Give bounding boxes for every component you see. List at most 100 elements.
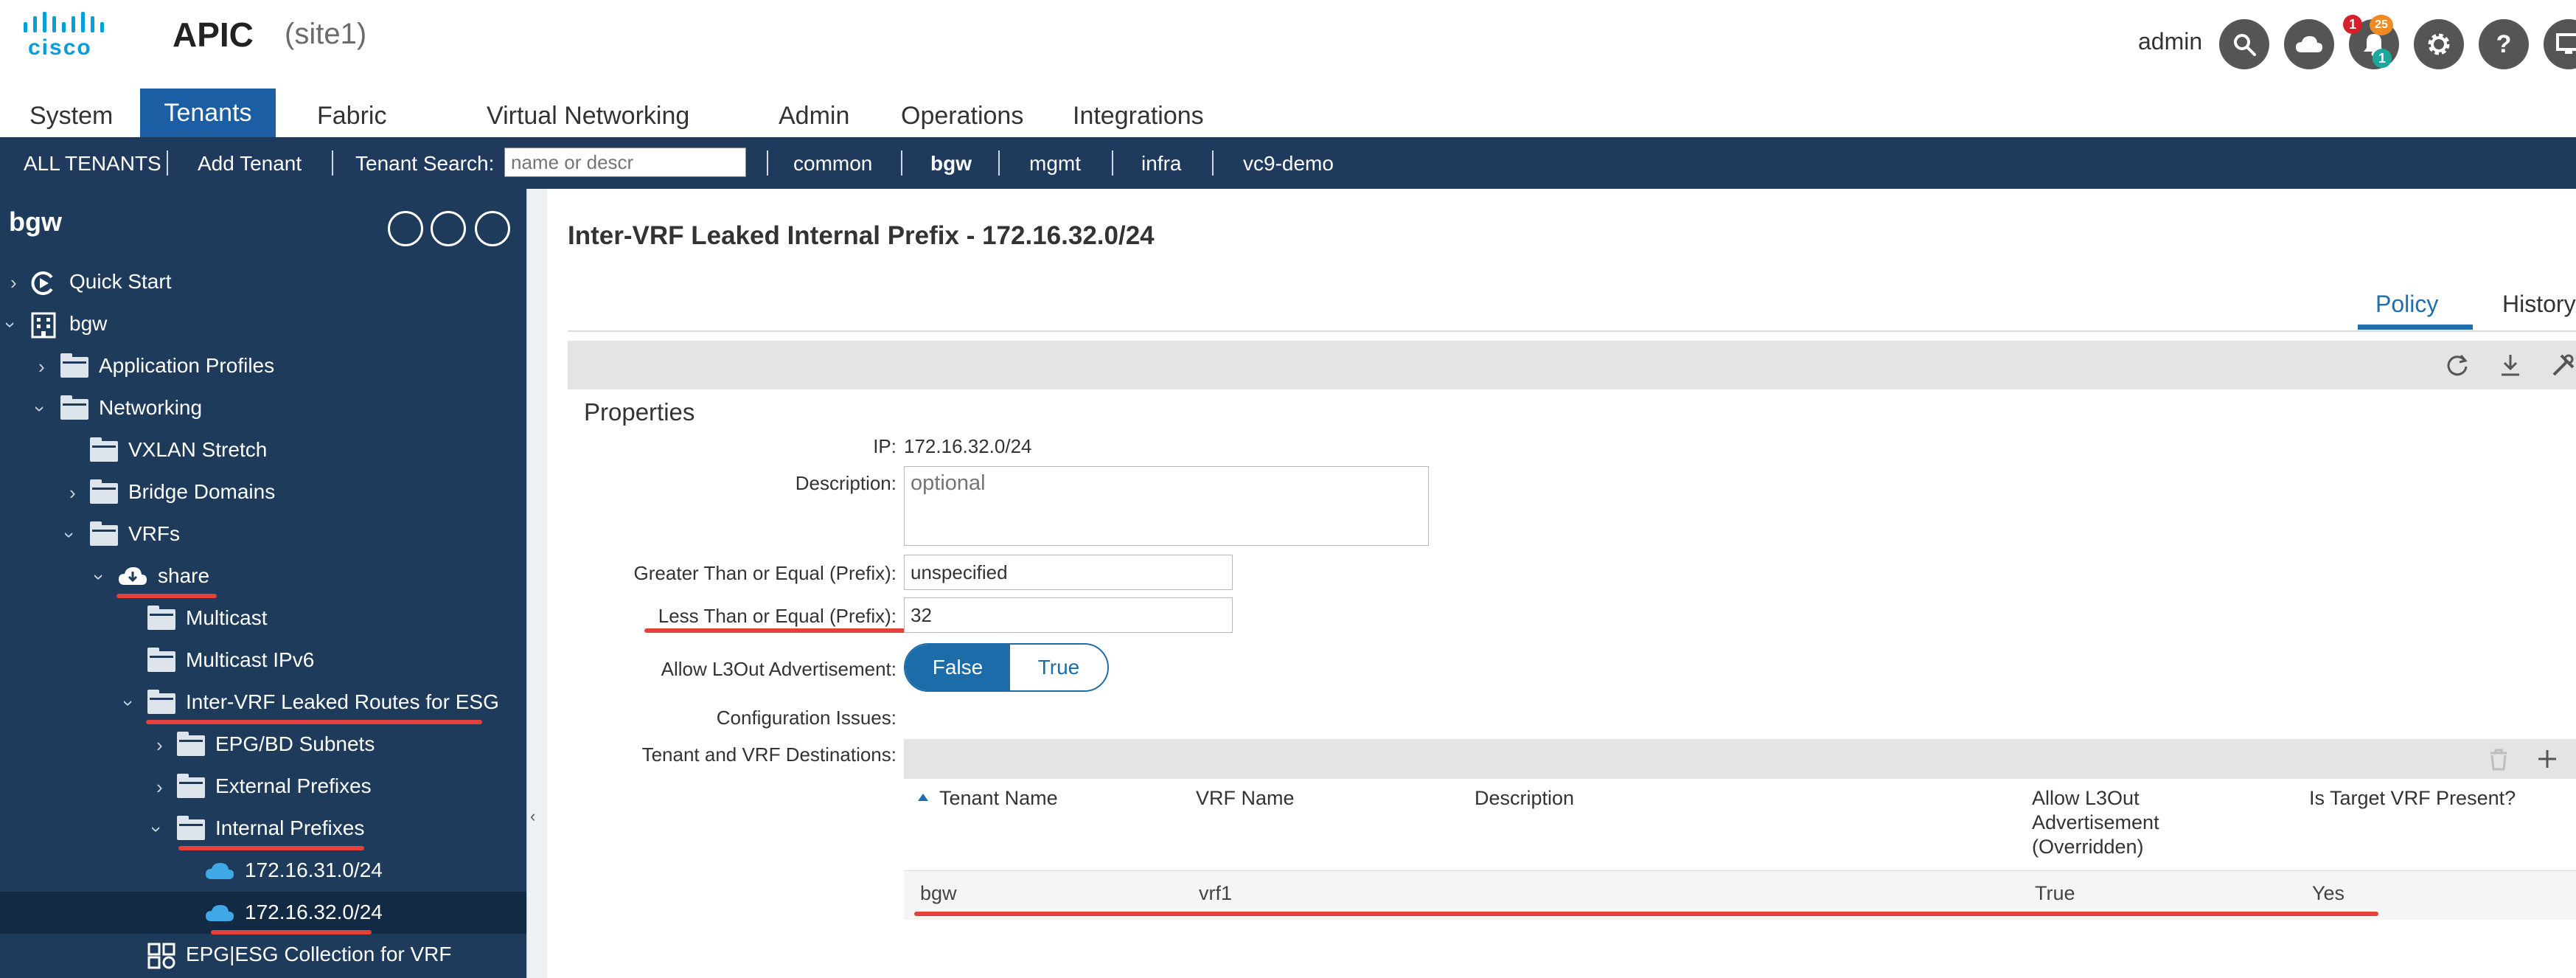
refresh-icon[interactable] [2445,353,2470,378]
le-prefix-label: Less Than or Equal (Prefix): [658,605,897,627]
tree-item-networking[interactable]: › Networking [0,387,526,429]
help-icon: ? [2496,30,2512,58]
tab-operations[interactable]: Operations [901,102,1023,137]
ge-prefix-label: Greater Than or Equal (Prefix): [633,562,897,584]
alerts-button[interactable]: 1 25 1 [2343,15,2399,69]
chevron-down-icon[interactable]: › [58,532,81,538]
tenant-link-mgmt[interactable]: mgmt [1029,152,1081,176]
tenant-link-bgw[interactable]: bgw [930,152,972,176]
tenant-building-icon [31,312,56,339]
top-header: cisco APIC (site1) admin 1 25 1 ? System… [0,0,2576,137]
chevron-right-icon[interactable]: › [156,776,163,799]
separator [767,150,768,176]
sort-ascending-icon[interactable] [917,793,929,802]
tools-icon[interactable] [2551,353,2576,378]
alert-badge-teal: 1 [2373,49,2392,68]
le-prefix-field[interactable] [904,597,1233,633]
chevron-down-icon[interactable]: › [145,826,168,833]
sidebar-refresh-icon[interactable] [475,211,510,246]
sidebar-expand-icon[interactable] [388,211,423,246]
collection-icon [147,943,175,969]
tree-label: Application Profiles [99,354,275,377]
chevron-right-icon[interactable]: › [38,356,45,378]
cell-target-vrf-present: Yes [2312,882,2345,904]
search-button[interactable] [2219,19,2269,69]
all-tenants-link[interactable]: ALL TENANTS [24,152,161,176]
tab-virtual-networking[interactable]: Virtual Networking [487,102,689,137]
allow-l3out-toggle[interactable]: False True [904,643,1109,692]
username[interactable]: admin [2138,28,2202,55]
collapse-arrow-icon[interactable]: ‹ [530,807,535,826]
separator [1112,150,1113,176]
cell-tenant-name: bgw [920,882,957,904]
folder-icon [147,690,175,714]
cloud-button[interactable] [2284,19,2334,69]
trash-icon[interactable] [2488,748,2510,771]
tenant-search-input[interactable] [504,148,746,177]
tree-label: Multicast IPv6 [186,648,315,671]
tab-policy[interactable]: Policy [2375,291,2438,318]
tree-item-internal-prefixes[interactable]: › Internal Prefixes [0,808,526,850]
alert-badge-red: 1 [2343,15,2362,34]
chevron-down-icon[interactable]: › [88,574,111,580]
help-button[interactable]: ? [2479,19,2529,69]
tree-item-vrfs[interactable]: › VRFs [0,513,526,555]
vrf-cloud-icon [119,567,147,585]
screen-icon [2556,33,2576,54]
sidebar-list-icon[interactable] [431,211,466,246]
toggle-true-option[interactable]: True [1010,645,1107,690]
active-tab-indicator [2358,325,2473,330]
chevron-right-icon[interactable]: › [69,482,76,504]
tree-item-prefix-172-16-31[interactable]: 172.16.31.0/24 [0,850,526,892]
tree-item-external-prefixes[interactable]: › External Prefixes [0,766,526,808]
tree-item-prefix-172-16-32[interactable]: 172.16.32.0/24 [0,892,526,934]
column-header-vrf-name[interactable]: VRF Name [1196,786,1295,811]
tree-item-tenant-bgw[interactable]: › bgw [0,303,526,345]
tab-integrations[interactable]: Integrations [1073,102,1204,137]
separator [1212,150,1214,176]
chevron-down-icon[interactable]: › [29,406,52,412]
separator [998,150,1000,176]
column-header-target-vrf-present[interactable]: Is Target VRF Present? [2309,786,2516,811]
column-header-tenant-name[interactable]: Tenant Name [939,786,1058,811]
description-field[interactable] [904,466,1429,546]
download-icon[interactable] [2498,353,2523,378]
add-icon[interactable] [2536,748,2558,770]
chevron-down-icon[interactable]: › [0,322,22,328]
chevron-right-icon[interactable]: › [156,734,163,757]
allow-l3out-label: Allow L3Out Advertisement: [661,658,897,680]
chevron-down-icon[interactable]: › [117,700,140,707]
screen-button[interactable] [2544,19,2576,69]
folder-icon [177,816,205,840]
tab-admin[interactable]: Admin [779,102,849,137]
cell-allow-l3out: True [2035,882,2075,904]
column-header-description[interactable]: Description [1475,786,1574,811]
tree-item-application-profiles[interactable]: › Application Profiles [0,345,526,387]
folder-icon [177,774,205,798]
page-title: Inter-VRF Leaked Internal Prefix - 172.1… [568,221,1155,250]
cisco-logo-text: cisco [28,35,92,60]
alert-badge-orange: 25 [2370,15,2393,35]
column-header-allow-l3out[interactable]: Allow L3Out Advertisement (Overridden) [2032,786,2172,859]
tab-system[interactable]: System [29,102,113,137]
tenant-link-common[interactable]: common [793,152,872,176]
tree-item-quick-start[interactable]: › Quick Start [0,261,526,303]
chevron-right-icon[interactable]: › [10,271,17,294]
tab-fabric[interactable]: Fabric [317,102,386,137]
ge-prefix-field[interactable] [904,555,1233,590]
tab-tenants[interactable]: Tenants [140,89,276,137]
toggle-false-option[interactable]: False [905,645,1010,690]
tree-label: 172.16.32.0/24 [245,901,383,923]
tree-label: bgw [69,312,108,335]
tab-history[interactable]: History [2502,291,2576,318]
tenant-link-vc9-demo[interactable]: vc9-demo [1243,152,1334,176]
settings-button[interactable] [2414,19,2464,69]
add-tenant-link[interactable]: Add Tenant [198,152,302,176]
sidebar-title: bgw [9,207,62,237]
tree-item-epg-esg-collection[interactable]: EPG|ESG Collection for VRF [0,934,526,976]
site-name: (site1) [285,18,367,50]
folder-icon [90,437,118,462]
cloud-prefix-icon [206,863,234,879]
tenant-link-infra[interactable]: infra [1141,152,1181,176]
tree-label: Networking [99,396,203,419]
